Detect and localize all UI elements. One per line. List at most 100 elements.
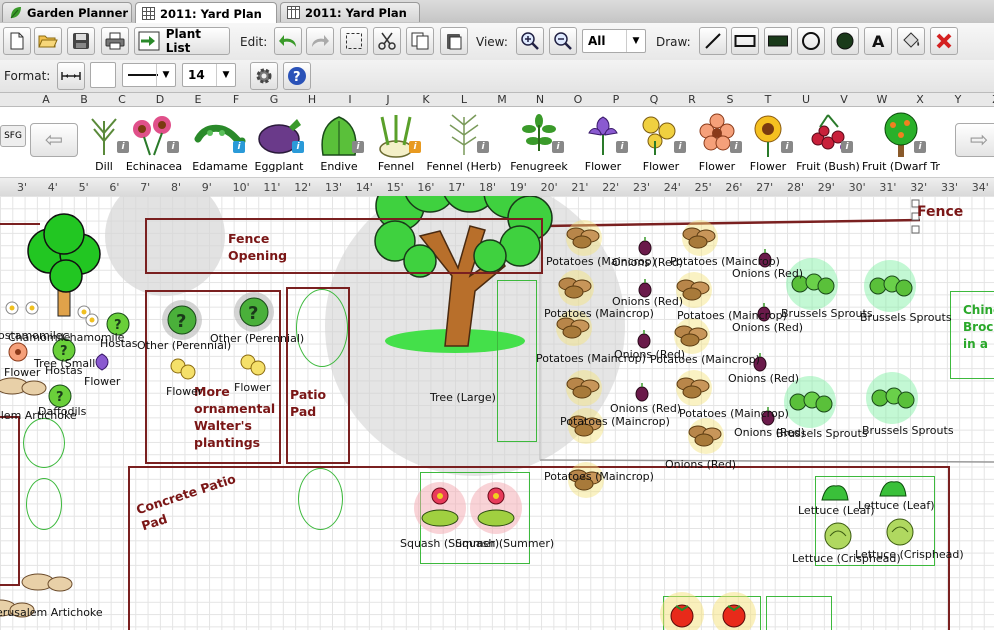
plant-list-button[interactable]: Plant List bbox=[134, 27, 230, 55]
delete-button[interactable] bbox=[930, 27, 958, 55]
red-onion-icon[interactable] bbox=[638, 237, 652, 256]
squash-icon[interactable] bbox=[414, 482, 466, 534]
squash-icon[interactable] bbox=[470, 482, 522, 534]
lettuce-crisphead-icon[interactable] bbox=[886, 518, 914, 546]
redo-button[interactable] bbox=[306, 27, 334, 55]
copy-button[interactable] bbox=[406, 27, 434, 55]
potato-icon[interactable] bbox=[558, 270, 594, 306]
zoom-in-button[interactable] bbox=[516, 27, 544, 55]
lettuce-crisphead-icon[interactable] bbox=[824, 522, 852, 550]
cut-button[interactable] bbox=[373, 27, 401, 55]
info-icon[interactable]: i bbox=[409, 141, 421, 153]
main-toolbar: Plant List Edit: View: All ▼ Draw: A bbox=[0, 23, 994, 60]
tomato-icon[interactable] bbox=[660, 592, 704, 630]
plant-label: Potatoes (Maincrop) bbox=[544, 470, 654, 483]
info-icon[interactable]: i bbox=[674, 141, 686, 153]
settings-button[interactable] bbox=[250, 62, 278, 90]
red-onion-icon[interactable] bbox=[635, 383, 649, 402]
brussels-sprouts-icon[interactable] bbox=[786, 258, 838, 310]
palette-prev-button[interactable]: ⇦ bbox=[30, 123, 78, 157]
fill-color-swatch[interactable] bbox=[90, 62, 116, 88]
palette-plant-item[interactable]: i Fennel (Herb) bbox=[427, 111, 501, 175]
chamomile-icon[interactable] bbox=[85, 313, 99, 327]
draw-rectangle-button[interactable] bbox=[731, 27, 759, 55]
new-button[interactable] bbox=[3, 27, 31, 55]
unknown-plant-icon[interactable]: ? bbox=[234, 292, 274, 332]
sfg-toggle-button[interactable]: SFG bbox=[0, 125, 26, 147]
open-button[interactable] bbox=[34, 27, 62, 55]
column-letter: K bbox=[422, 93, 430, 106]
brussels-sprouts-icon[interactable] bbox=[864, 260, 916, 312]
font-size-select[interactable]: 14 ▼ bbox=[182, 63, 236, 87]
select-area-button[interactable] bbox=[340, 27, 368, 55]
tomato-icon[interactable] bbox=[712, 592, 756, 630]
lettuce-leaf-icon[interactable] bbox=[821, 485, 849, 501]
palette-plant-item[interactable]: i Fruit (Dwarf Tr bbox=[862, 111, 940, 175]
info-icon[interactable]: i bbox=[914, 141, 926, 153]
info-icon[interactable]: i bbox=[781, 141, 793, 153]
potato-icon[interactable] bbox=[682, 220, 718, 256]
jerusalem-artichoke-icon[interactable] bbox=[21, 573, 73, 592]
paste-clipboard-icon bbox=[447, 34, 462, 50]
tab-yard-plan-table[interactable]: 2011: Yard Plan bbox=[280, 2, 420, 22]
jerusalem-artichoke-icon[interactable] bbox=[0, 377, 47, 396]
column-letter: L bbox=[460, 93, 468, 106]
chamomile-icon[interactable] bbox=[5, 301, 19, 315]
unknown-plant-icon[interactable]: ? bbox=[162, 300, 202, 340]
column-letter: Z bbox=[986, 93, 994, 106]
dimensions-button[interactable] bbox=[57, 62, 85, 90]
info-icon[interactable]: i bbox=[352, 141, 364, 153]
draw-circle-button[interactable] bbox=[797, 27, 825, 55]
fill-color-button[interactable] bbox=[897, 27, 925, 55]
zoom-out-button[interactable] bbox=[549, 27, 577, 55]
palette-plant-item[interactable]: i Fenugreek bbox=[508, 111, 570, 175]
hostas-icon[interactable]: ? bbox=[48, 384, 72, 408]
info-icon[interactable]: i bbox=[233, 141, 245, 153]
tab-garden-planner[interactable]: Garden Planner bbox=[2, 2, 132, 22]
palette-plant-item[interactable]: i Fennel bbox=[365, 111, 427, 175]
help-button[interactable]: ? bbox=[283, 62, 311, 90]
potato-icon[interactable] bbox=[566, 220, 602, 256]
potato-icon[interactable] bbox=[566, 370, 602, 406]
flower-icon[interactable] bbox=[240, 354, 266, 376]
undo-button[interactable] bbox=[274, 27, 302, 55]
help-question-icon: ? bbox=[288, 67, 306, 85]
zoom-in-icon bbox=[521, 32, 539, 50]
potato-icon[interactable] bbox=[688, 418, 724, 454]
line-style-icon bbox=[128, 74, 158, 76]
palette-next-button[interactable]: ⇨ bbox=[955, 123, 994, 157]
draw-filled-circle-button[interactable] bbox=[831, 27, 859, 55]
palette-plant-item[interactable]: i Fruit (Bush) bbox=[796, 111, 860, 175]
potato-icon[interactable] bbox=[676, 370, 712, 406]
draw-text-button[interactable]: A bbox=[864, 27, 892, 55]
info-icon[interactable]: i bbox=[616, 141, 628, 153]
line-style-select[interactable]: ▼ bbox=[122, 63, 176, 87]
tab-yard-plan-design[interactable]: 2011: Yard Plan bbox=[135, 2, 277, 24]
info-icon[interactable]: i bbox=[292, 141, 304, 153]
lettuce-leaf-icon[interactable] bbox=[879, 481, 907, 497]
paste-button[interactable] bbox=[440, 27, 468, 55]
info-icon[interactable]: i bbox=[167, 141, 179, 153]
flower-icon[interactable] bbox=[8, 342, 28, 362]
save-disk-icon bbox=[73, 33, 89, 49]
line-tool-icon bbox=[705, 33, 721, 49]
info-icon[interactable]: i bbox=[841, 141, 853, 153]
draw-line-button[interactable] bbox=[699, 27, 727, 55]
flower-icon[interactable] bbox=[95, 353, 109, 371]
draw-filled-rectangle-button[interactable] bbox=[764, 27, 792, 55]
print-button[interactable] bbox=[101, 27, 129, 55]
save-button[interactable] bbox=[67, 27, 95, 55]
flower-icon[interactable] bbox=[170, 358, 196, 380]
info-icon[interactable]: i bbox=[552, 141, 564, 153]
red-onion-icon[interactable] bbox=[637, 330, 651, 349]
chamomile-icon[interactable] bbox=[25, 301, 39, 315]
garden-plan-canvas[interactable]: ????? Fence Opening Fence More ornamenta… bbox=[0, 196, 994, 630]
view-select[interactable]: All ▼ bbox=[582, 29, 646, 53]
format-label: Format: bbox=[4, 69, 51, 83]
palette-plant-item[interactable]: i Echinacea bbox=[123, 111, 185, 175]
brussels-sprouts-icon[interactable] bbox=[866, 372, 918, 424]
ruler-tick-label: 4' bbox=[47, 181, 58, 194]
ruler-tick-label: 22' bbox=[602, 181, 620, 194]
info-icon[interactable]: i bbox=[477, 141, 489, 153]
ruler-tick-label: 19' bbox=[509, 181, 527, 194]
